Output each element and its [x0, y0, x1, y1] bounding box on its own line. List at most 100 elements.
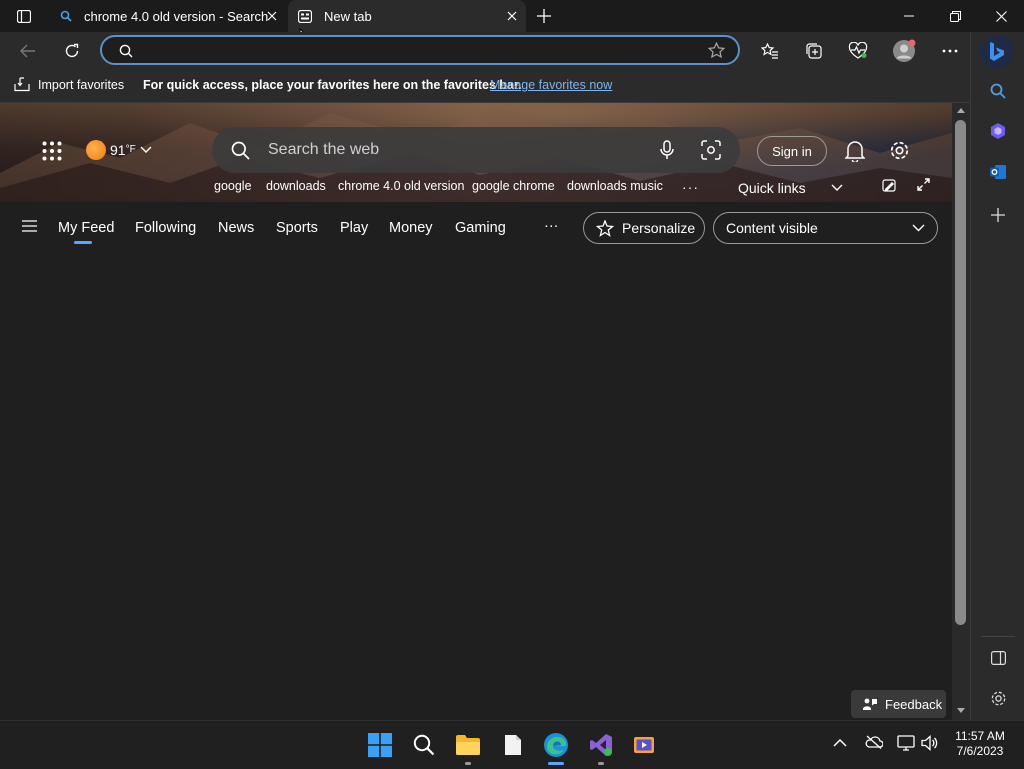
- tab-actions-icon[interactable]: [10, 6, 38, 26]
- chevron-down-icon: [912, 224, 925, 232]
- tab-title: New tab: [324, 8, 372, 24]
- import-favorites-label: Import favorites: [38, 77, 125, 92]
- import-icon: [14, 77, 30, 92]
- search-input[interactable]: Search the web: [268, 141, 379, 159]
- hamburger-menu-icon[interactable]: [22, 220, 37, 232]
- sidebar-copilot-icon[interactable]: [984, 117, 1012, 145]
- network-icon[interactable]: [897, 735, 915, 751]
- trending-search-link[interactable]: google chrome: [472, 179, 555, 193]
- minimize-button[interactable]: [886, 0, 932, 32]
- clock-date: 7/6/2023: [956, 744, 1004, 758]
- system-clock[interactable]: 11:57 AM 7/6/2023: [948, 729, 1012, 759]
- manage-favorites-link[interactable]: Manage favorites now: [490, 78, 612, 92]
- tab-sports[interactable]: Sports: [276, 220, 318, 236]
- microphone-icon[interactable]: [660, 140, 674, 160]
- collections-button[interactable]: [799, 36, 829, 66]
- volume-icon[interactable]: [921, 735, 938, 751]
- tab-following[interactable]: Following: [135, 220, 196, 236]
- search-icon: [60, 10, 72, 22]
- favorite-star-icon[interactable]: [708, 42, 725, 59]
- trending-search-link[interactable]: google: [214, 179, 252, 193]
- feedback-button[interactable]: Feedback: [851, 690, 946, 718]
- sign-in-button[interactable]: Sign in: [757, 136, 827, 166]
- search-icon: [119, 44, 133, 58]
- trending-search-link[interactable]: downloads: [266, 179, 326, 193]
- close-window-button[interactable]: [978, 0, 1024, 32]
- tab-title: chrome 4.0 old version - Search: [84, 8, 269, 24]
- sidebar-outlook-icon[interactable]: [984, 158, 1012, 186]
- more-menu-button[interactable]: [935, 36, 965, 66]
- favorites-hint: For quick access, place your favorites h…: [143, 78, 522, 92]
- page-scrollbar[interactable]: [952, 103, 970, 720]
- quick-links-label[interactable]: Quick links: [738, 180, 806, 196]
- clock-time: 11:57 AM: [955, 729, 1005, 743]
- visual-search-icon[interactable]: [701, 140, 721, 160]
- navigation-bar: [0, 32, 1024, 70]
- windows-start-icon[interactable]: [364, 729, 396, 761]
- show-hidden-icons-chevron-icon[interactable]: [833, 738, 847, 747]
- scrollbar-thumb[interactable]: [955, 120, 966, 625]
- edit-background-icon[interactable]: [882, 178, 896, 192]
- web-search-box[interactable]: Search the web: [212, 127, 740, 173]
- chevron-down-icon[interactable]: [831, 184, 843, 192]
- sidebar-divider: [981, 636, 1015, 637]
- visual-studio-icon[interactable]: [585, 729, 617, 765]
- tab-gaming[interactable]: Gaming: [455, 220, 506, 236]
- favorites-button[interactable]: [755, 36, 785, 66]
- bing-copilot-icon[interactable]: [980, 35, 1014, 69]
- active-tab-indicator: [74, 241, 92, 244]
- tab-new-tab[interactable]: New tab: [288, 0, 526, 32]
- close-tab-icon[interactable]: [504, 8, 520, 24]
- trending-search-link[interactable]: downloads music: [567, 179, 663, 193]
- chevron-down-icon: [140, 146, 152, 154]
- sunny-icon: [86, 140, 106, 160]
- feedback-icon: [863, 698, 877, 711]
- taskbar-search-icon[interactable]: [408, 729, 440, 761]
- apps-launcher-icon[interactable]: [42, 141, 62, 161]
- tab-money[interactable]: Money: [389, 220, 433, 236]
- page-settings-icon[interactable]: [889, 140, 910, 161]
- refresh-button[interactable]: [57, 36, 87, 66]
- media-player-icon[interactable]: [628, 729, 660, 761]
- hide-sidebar-icon[interactable]: [984, 644, 1012, 672]
- feed-navigation: My Feed Following News Sports Play Money…: [0, 202, 952, 256]
- personalize-button[interactable]: Personalize: [583, 212, 705, 244]
- content-visibility-value: Content visible: [726, 220, 818, 236]
- scroll-up-arrow-icon[interactable]: [957, 108, 965, 113]
- restore-button[interactable]: [932, 0, 978, 32]
- tab-play[interactable]: Play: [340, 220, 368, 236]
- edge-browser-icon[interactable]: [540, 729, 572, 765]
- temperature: 91: [110, 142, 126, 158]
- trending-search-link[interactable]: chrome 4.0 old version: [338, 179, 464, 193]
- more-tabs-icon[interactable]: ···: [544, 218, 559, 234]
- personalize-label: Personalize: [622, 220, 696, 236]
- notepad-file-icon[interactable]: [497, 729, 529, 761]
- sidebar-settings-icon[interactable]: [984, 684, 1012, 712]
- notifications-icon[interactable]: [845, 140, 865, 162]
- tab-my-feed[interactable]: My Feed: [58, 220, 114, 236]
- scroll-down-arrow-icon[interactable]: [957, 708, 965, 713]
- temperature-unit: °F: [125, 143, 136, 155]
- address-bar[interactable]: [100, 35, 740, 65]
- browser-essentials-button[interactable]: [843, 36, 873, 66]
- favorites-bar: Import favorites For quick access, place…: [0, 70, 970, 103]
- close-tab-icon[interactable]: [264, 8, 280, 24]
- feedback-label: Feedback: [885, 696, 943, 712]
- tab-news[interactable]: News: [218, 220, 254, 236]
- sidebar-search-icon[interactable]: [984, 77, 1012, 105]
- edge-sidebar: [970, 32, 1024, 720]
- expand-icon[interactable]: [917, 178, 930, 191]
- profile-avatar[interactable]: [889, 36, 919, 66]
- tab-bar: chrome 4.0 old version - Search New tab: [0, 0, 1024, 47]
- onedrive-offline-icon[interactable]: [865, 735, 883, 749]
- sidebar-add-icon[interactable]: [984, 201, 1012, 229]
- import-favorites-button[interactable]: Import favorites: [14, 77, 124, 92]
- content-visibility-dropdown[interactable]: Content visible: [713, 212, 938, 244]
- new-tab-button[interactable]: [533, 5, 555, 27]
- file-explorer-icon[interactable]: [452, 729, 484, 765]
- back-button[interactable]: [13, 36, 43, 66]
- tab-search-results[interactable]: chrome 4.0 old version - Search: [48, 0, 286, 32]
- newtab-icon: [298, 9, 312, 23]
- weather-widget[interactable]: 91 °F: [86, 140, 152, 160]
- more-trending-icon[interactable]: ···: [682, 179, 699, 195]
